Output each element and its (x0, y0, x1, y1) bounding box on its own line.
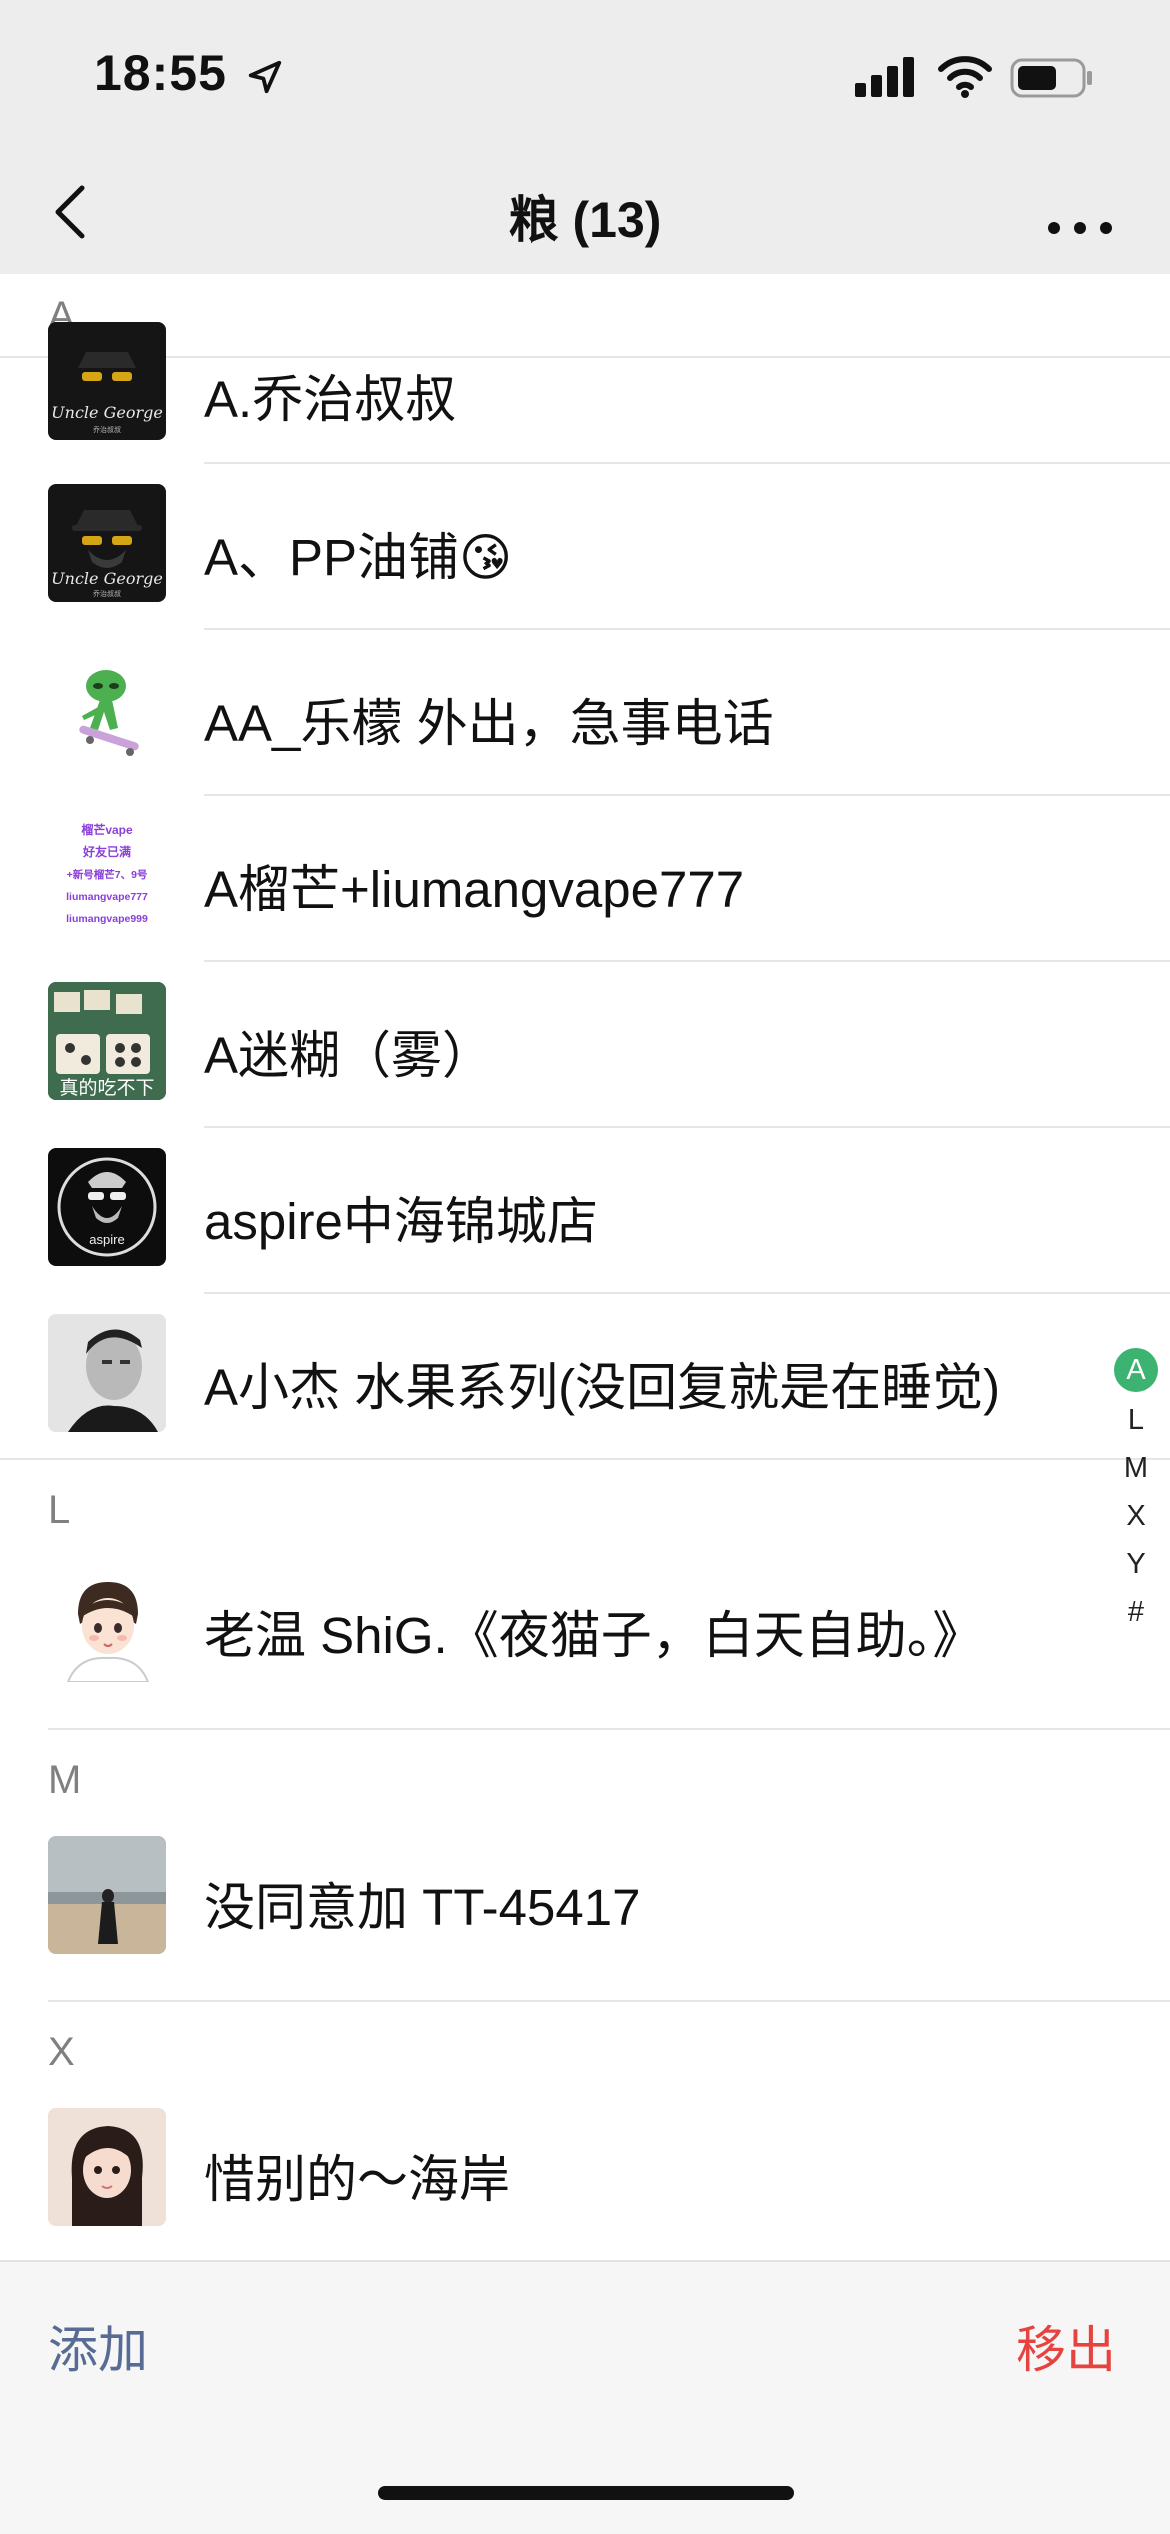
contact-name: A小杰 水果系列(没回复就是在睡觉) (204, 1359, 1001, 1416)
avatar (48, 1564, 166, 1682)
avatar-image: 真的吃不下 (48, 982, 166, 1100)
avatar-image: aspire (57, 1157, 157, 1257)
svg-text:Uncle George: Uncle George (51, 403, 163, 422)
index-letter-x[interactable]: X (1114, 1492, 1158, 1540)
cellular-signal-icon (855, 57, 914, 97)
contact-name: A.乔治叔叔 (204, 371, 457, 428)
contact-name: A迷糊（雾） (204, 1027, 494, 1084)
index-letter-hash[interactable]: # (1114, 1588, 1158, 1636)
svg-text:乔治叔叔: 乔治叔叔 (93, 589, 121, 598)
svg-text:好友已满: 好友已满 (82, 844, 131, 859)
avatar (48, 1314, 166, 1432)
section-letter: L (48, 1488, 71, 1532)
avatar (48, 650, 166, 768)
contact-row[interactable]: Uncle George 乔治叔叔 A.乔治叔叔 (0, 322, 1140, 440)
avatar-image: Uncle George 乔治叔叔 (51, 510, 163, 598)
svg-text:Uncle George: Uncle George (51, 569, 163, 588)
avatar-image (79, 670, 139, 756)
contact-row[interactable]: aspire aspire中海锦城店 (0, 1128, 1140, 1292)
avatar: aspire (48, 1148, 166, 1266)
contact-name: 没同意加 TT-45417 (204, 1879, 641, 1936)
contact-row[interactable]: 真的吃不下 A迷糊（雾） (0, 962, 1140, 1126)
section-letter: M (48, 1758, 82, 1802)
contact-name: A、PP油铺😘 (204, 529, 513, 586)
index-letter-l[interactable]: L (1114, 1396, 1158, 1444)
status-bar: 18:55 (0, 0, 1170, 150)
battery-icon (1010, 58, 1092, 98)
contact-row[interactable]: 没同意加 TT-45417 (0, 1836, 1140, 2000)
contact-name: 老温 ShiG.《夜猫子，白天自助。》 (204, 1607, 984, 1664)
avatar-image (48, 1314, 166, 1432)
index-letter-m[interactable]: M (1114, 1444, 1158, 1492)
index-letter-y[interactable]: Y (1114, 1540, 1158, 1588)
page-title: 粮 (13) (508, 192, 662, 248)
more-options-button[interactable] (1030, 172, 1130, 252)
svg-text:榴芒vape: 榴芒vape (81, 822, 133, 837)
contact-row[interactable]: AA_乐檬 外出，急事电话 (0, 630, 1140, 794)
more-dots-icon (1048, 222, 1112, 234)
avatar (48, 1836, 166, 1954)
svg-text:乔治叔叔: 乔治叔叔 (93, 425, 121, 434)
remove-button[interactable]: 移出 (1016, 2310, 1116, 2382)
svg-text:aspire: aspire (89, 1232, 124, 1247)
avatar: Uncle George 乔治叔叔 (48, 484, 166, 602)
contact-name: A榴芒+liumangvape777 (204, 861, 745, 918)
contact-row[interactable]: 老温 ShiG.《夜猫子，白天自助。》 (0, 1564, 1140, 1728)
section-header-l: L (0, 1460, 1170, 1540)
svg-text:liumangvape999: liumangvape999 (66, 913, 148, 925)
contact-name: 惜别的～海岸 (204, 2151, 511, 2208)
avatar-image (48, 1836, 166, 1954)
avatar: 榴芒vape 好友已满 +新号榴芒7、9号 liumangvape777 liu… (48, 816, 166, 934)
section-header-m: M (0, 1730, 1170, 1810)
svg-text:liumangvape777: liumangvape777 (66, 891, 148, 903)
index-letter-a[interactable]: A (1114, 1348, 1158, 1392)
avatar (48, 2108, 166, 2226)
alphabet-index-bar[interactable]: A L M X Y # (1114, 1348, 1164, 1636)
status-time: 18:55 (94, 45, 227, 101)
contact-row[interactable]: 榴芒vape 好友已满 +新号榴芒7、9号 liumangvape777 liu… (0, 796, 1140, 960)
avatar-image (48, 2108, 166, 2226)
header: 18:55 粮 (13) (0, 0, 1170, 274)
avatar: Uncle George 乔治叔叔 (48, 322, 166, 440)
svg-text:+新号榴芒7、9号: +新号榴芒7、9号 (67, 868, 148, 881)
contact-row[interactable]: 惜别的～海岸 (0, 2108, 1140, 2260)
contact-row[interactable]: A小杰 水果系列(没回复就是在睡觉) (0, 1294, 1140, 1458)
section-header-x: X (0, 2002, 1170, 2082)
contact-list[interactable]: A Uncle George 乔治叔叔 A.乔治叔叔 Uncle George … (0, 274, 1170, 2260)
avatar-image: 榴芒vape 好友已满 +新号榴芒7、9号 liumangvape777 liu… (66, 822, 148, 925)
add-button[interactable]: 添加 (48, 2310, 148, 2382)
section-header-a: A (0, 274, 1170, 356)
svg-text:真的吃不下: 真的吃不下 (59, 1077, 154, 1099)
navigation-bar: 粮 (13) (0, 150, 1170, 274)
contact-row[interactable]: Uncle George 乔治叔叔 A、PP油铺😘 (0, 464, 1140, 628)
home-indicator[interactable] (378, 2486, 794, 2500)
wifi-icon (938, 56, 992, 98)
location-arrow-icon (248, 60, 282, 94)
contact-name: AA_乐檬 外出，急事电话 (204, 695, 774, 752)
section-letter: X (48, 2030, 75, 2074)
avatar-image (66, 1582, 150, 1682)
avatar: 真的吃不下 (48, 982, 166, 1100)
contact-name: aspire中海锦城店 (204, 1193, 598, 1250)
avatar-image: Uncle George 乔治叔叔 (51, 352, 163, 434)
